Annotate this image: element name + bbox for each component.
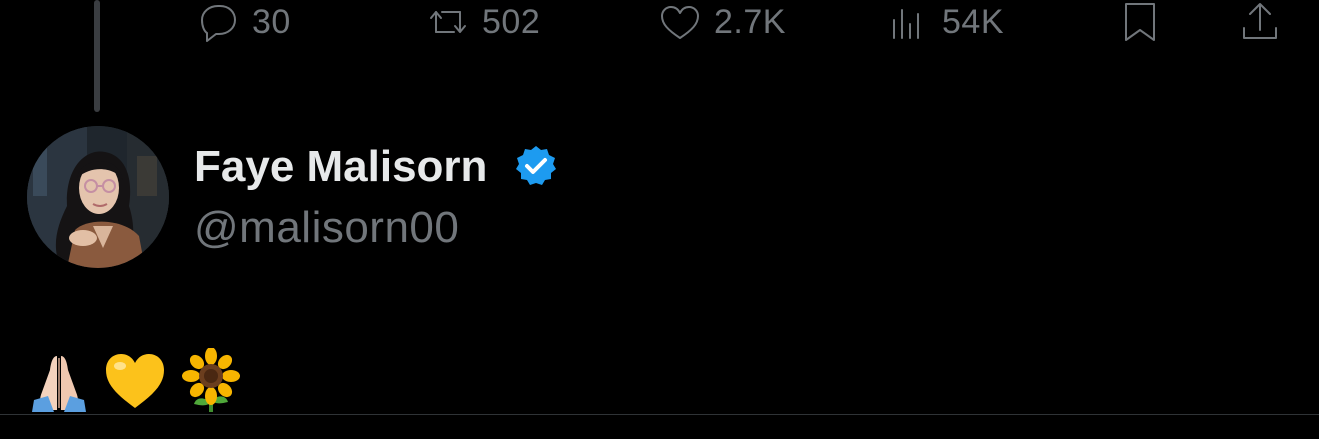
author-display-name[interactable]: Faye Malisorn bbox=[194, 142, 487, 192]
repost-button[interactable]: 502 bbox=[424, 0, 540, 44]
share-button[interactable] bbox=[1236, 0, 1284, 44]
views-icon bbox=[893, 9, 919, 39]
verified-badge-icon bbox=[516, 146, 556, 185]
reply-button[interactable]: 30 bbox=[194, 0, 291, 44]
tweet-action-bar: 30 502 2.7K 54K bbox=[0, 0, 1319, 44]
author-avatar[interactable] bbox=[27, 126, 169, 268]
avatar-photo bbox=[27, 126, 169, 268]
tweet-divider bbox=[0, 414, 1319, 415]
folded-hands-emoji bbox=[26, 348, 92, 414]
views-count: 54K bbox=[942, 2, 1004, 41]
reply-count: 30 bbox=[252, 2, 291, 41]
heart-icon bbox=[661, 6, 699, 39]
bookmark-icon bbox=[1125, 3, 1155, 41]
repost-icon bbox=[430, 11, 466, 33]
share-icon bbox=[1243, 3, 1277, 39]
like-count: 2.7K bbox=[714, 2, 786, 41]
like-button[interactable]: 2.7K bbox=[656, 0, 786, 44]
bookmark-button[interactable] bbox=[1116, 0, 1164, 44]
reply-icon bbox=[201, 5, 236, 42]
tweet-text bbox=[26, 346, 254, 416]
yellow-heart-emoji bbox=[102, 348, 168, 414]
repost-count: 502 bbox=[482, 2, 541, 41]
sunflower-emoji bbox=[178, 348, 244, 414]
views-button[interactable]: 54K bbox=[884, 0, 1004, 44]
author-handle[interactable]: @malisorn00 bbox=[194, 203, 459, 253]
